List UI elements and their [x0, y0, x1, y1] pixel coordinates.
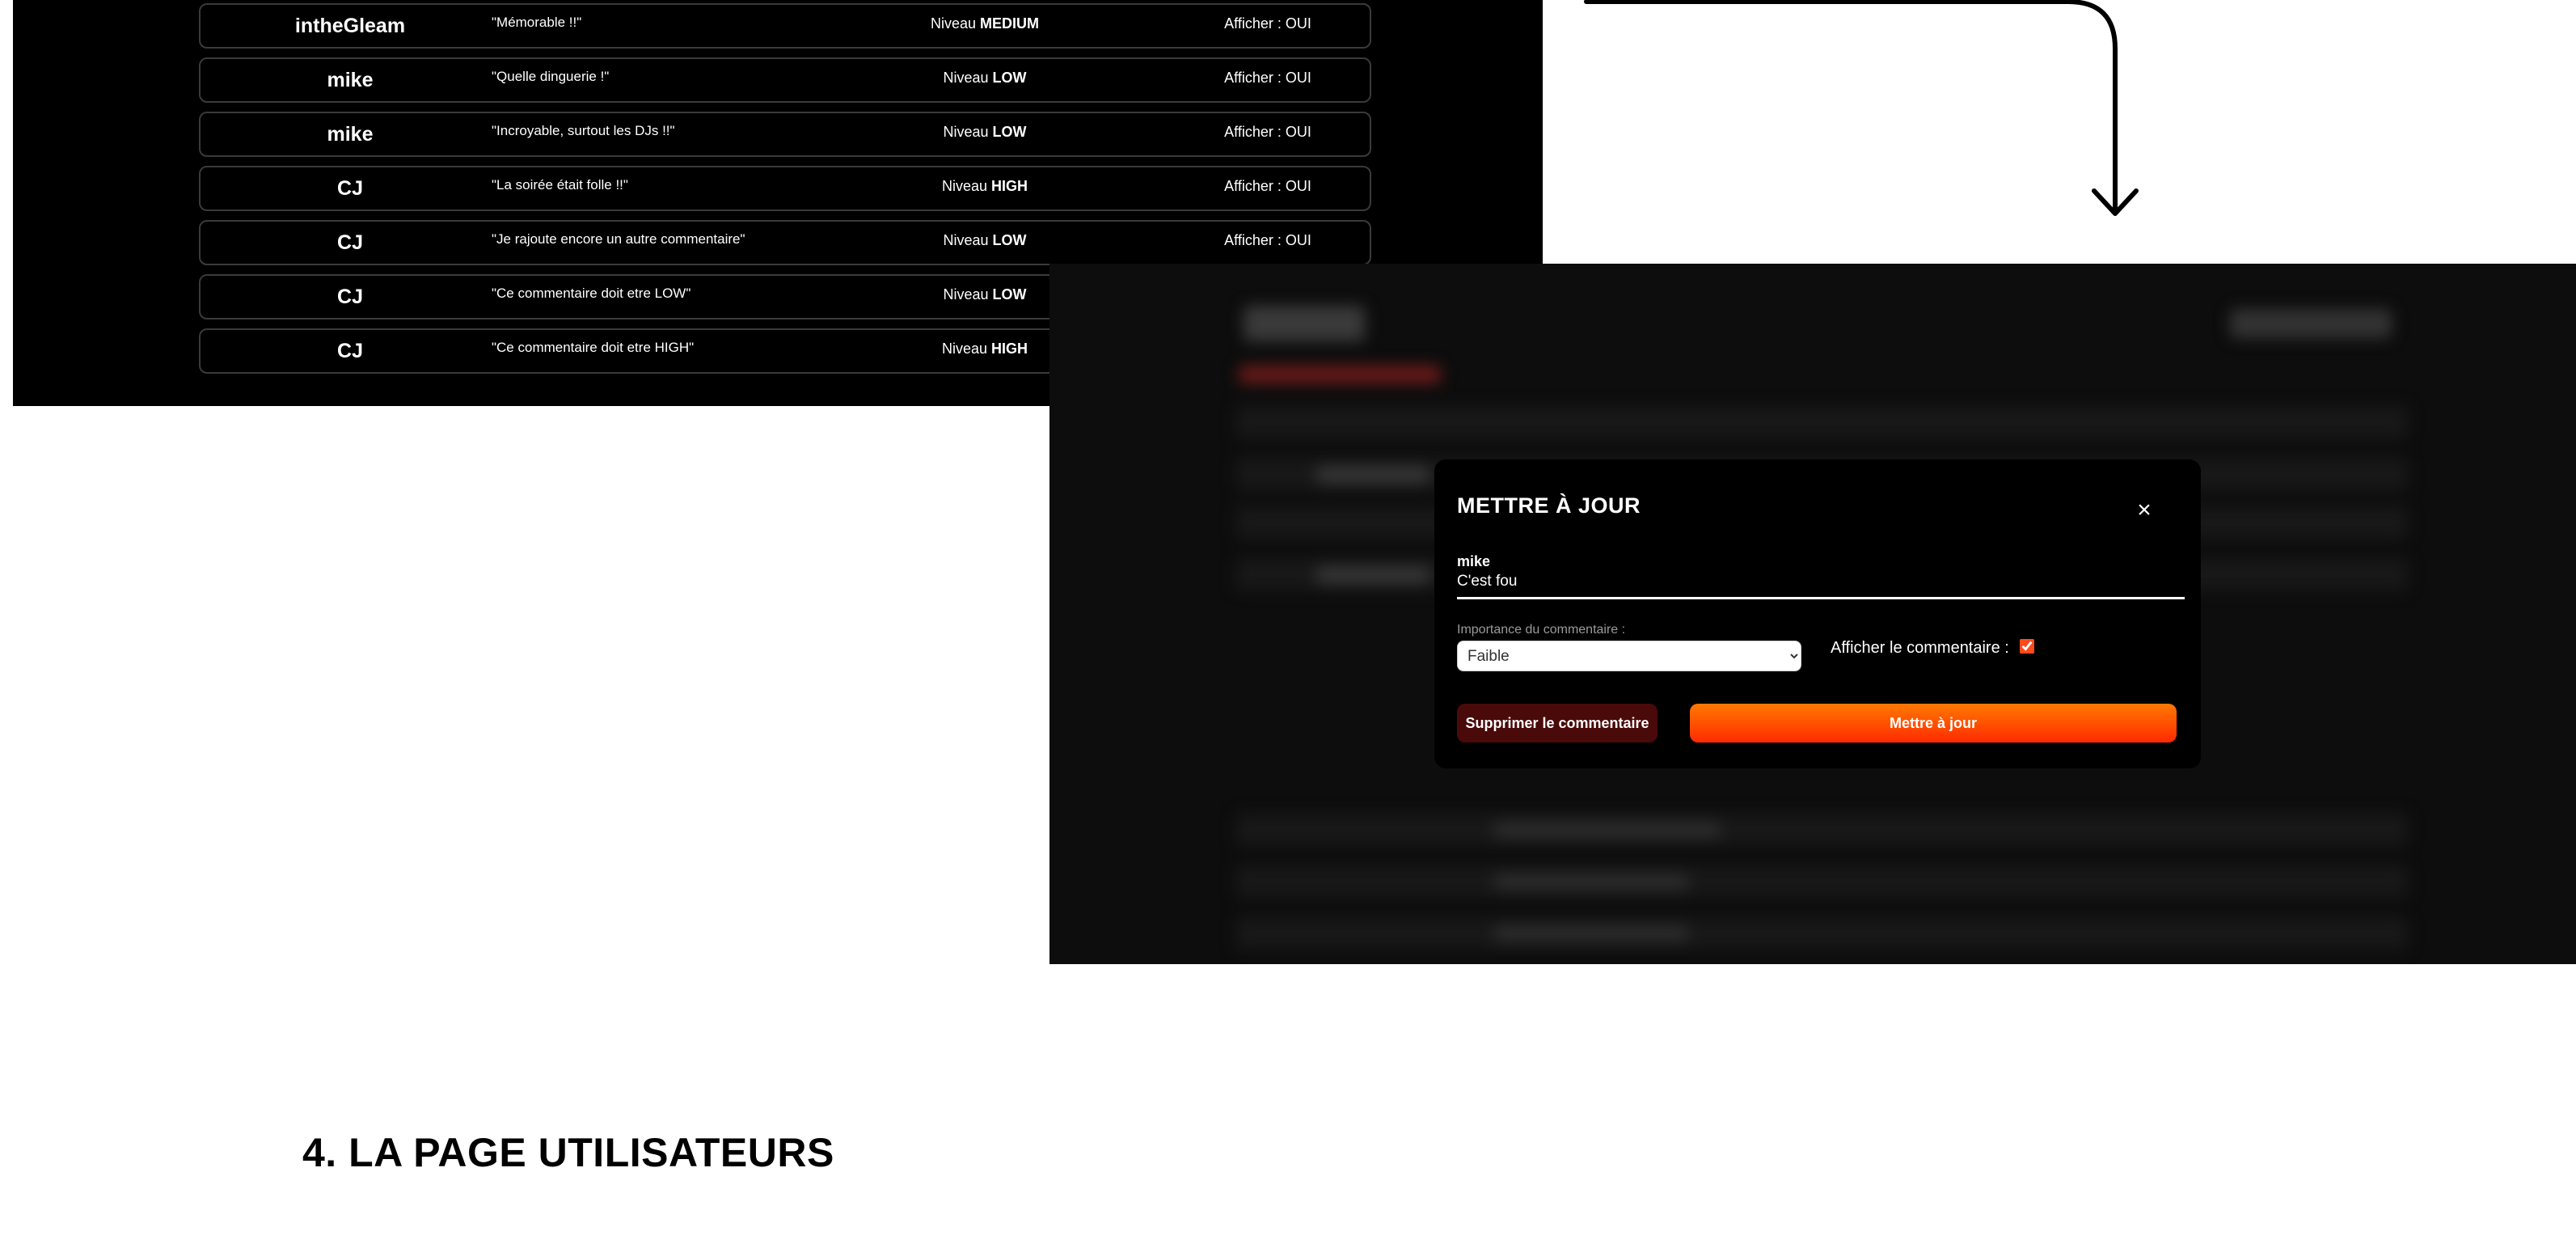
comment-level: Niveau LOW [823, 70, 1147, 87]
level-value: LOW [992, 286, 1027, 303]
curved-arrow-icon [1584, 0, 2139, 216]
blurred-block [1316, 566, 1429, 584]
level-prefix: Niveau [941, 178, 987, 194]
comment-level: Niveau HIGH [823, 178, 1147, 195]
update-comment-modal: METTRE À JOUR × mike C'est fou Importanc… [1434, 459, 2201, 768]
comment-visibility: Afficher : OUI [1224, 124, 1311, 140]
level-prefix: Niveau [943, 232, 989, 248]
show-comment-checkbox[interactable] [2020, 639, 2034, 654]
comment-content: C'est fou [1457, 573, 1518, 590]
comment-text: "Incroyable, surtout les DJs !!" [492, 123, 675, 138]
comment-user: CJ [337, 339, 363, 362]
level-prefix: Niveau [930, 15, 976, 32]
comment-text: "Ce commentaire doit etre LOW" [492, 286, 691, 301]
comment-text: "Mémorable !!" [492, 15, 582, 30]
section-heading: 4. LA PAGE UTILISATEURS [302, 1130, 834, 1175]
comment-level: Niveau LOW [823, 124, 1147, 141]
level-prefix: Niveau [943, 286, 989, 303]
level-value: HIGH [991, 341, 1028, 357]
delete-comment-button[interactable]: Supprimer le commentaire [1457, 704, 1658, 743]
level-value: HIGH [991, 178, 1028, 194]
blurred-block [1235, 917, 2408, 950]
blurred-block [1239, 366, 1441, 383]
comment-user: mike [327, 68, 374, 91]
importance-select[interactable]: Faible [1457, 641, 1801, 671]
importance-label: Importance du commentaire : [1457, 623, 1626, 637]
update-button[interactable]: Mettre à jour [1690, 704, 2177, 743]
comment-level: Niveau MEDIUM [823, 15, 1147, 32]
modal-title: METTRE À JOUR [1457, 493, 1641, 518]
comment-user: CJ [337, 285, 363, 308]
level-value: MEDIUM [980, 15, 1040, 32]
comment-user: CJ [337, 231, 363, 254]
level-value: LOW [992, 70, 1027, 86]
show-comment-label: Afficher le commentaire : [1831, 639, 2009, 657]
divider [1457, 597, 2185, 599]
comment-text: "La soirée était folle !!" [492, 177, 628, 193]
comment-text: "Je rajoute encore un autre commentaire" [492, 231, 745, 247]
comment-visibility: Afficher : OUI [1224, 178, 1311, 194]
level-prefix: Niveau [943, 70, 989, 86]
blurred-comments-page: METTRE À JOUR × mike C'est fou Importanc… [1049, 264, 2576, 964]
blurred-block [1316, 466, 1429, 484]
blurred-block [1494, 925, 1688, 941]
comment-visibility: Afficher : OUI [1224, 15, 1311, 32]
comment-visibility: Afficher : OUI [1224, 232, 1311, 248]
level-prefix: Niveau [943, 124, 989, 140]
blurred-block [1494, 822, 1721, 838]
comment-text: "Quelle dinguerie !" [492, 69, 610, 84]
comment-author: mike [1457, 553, 1491, 569]
close-icon: × [2137, 497, 2152, 523]
comment-row[interactable]: CJ "La soirée était folle !!" Niveau HIG… [199, 166, 1371, 211]
comment-row[interactable]: CJ "Je rajoute encore un autre commentai… [199, 220, 1371, 265]
comment-visibility: Afficher : OUI [1224, 70, 1311, 86]
comment-text: "Ce commentaire doit etre HIGH" [492, 340, 695, 355]
blurred-block [1235, 814, 2408, 846]
close-button[interactable]: × [2130, 495, 2159, 524]
level-value: LOW [992, 124, 1027, 140]
blurred-block [1235, 406, 2408, 438]
comment-user: mike [327, 122, 374, 146]
blurred-block [1235, 865, 2408, 898]
blurred-block [2230, 309, 2392, 338]
comment-user: CJ [337, 176, 363, 200]
comment-row[interactable]: mike "Quelle dinguerie !" Niveau LOW Aff… [199, 57, 1371, 103]
comment-level: Niveau LOW [823, 232, 1147, 249]
blurred-block [1244, 306, 1365, 341]
level-value: LOW [992, 232, 1027, 248]
comment-row[interactable]: mike "Incroyable, surtout les DJs !!" Ni… [199, 112, 1371, 157]
comment-row[interactable]: intheGleam "Mémorable !!" Niveau MEDIUM … [199, 3, 1371, 49]
level-prefix: Niveau [941, 341, 987, 357]
blurred-block [1494, 874, 1688, 890]
comment-user: intheGleam [294, 14, 406, 37]
